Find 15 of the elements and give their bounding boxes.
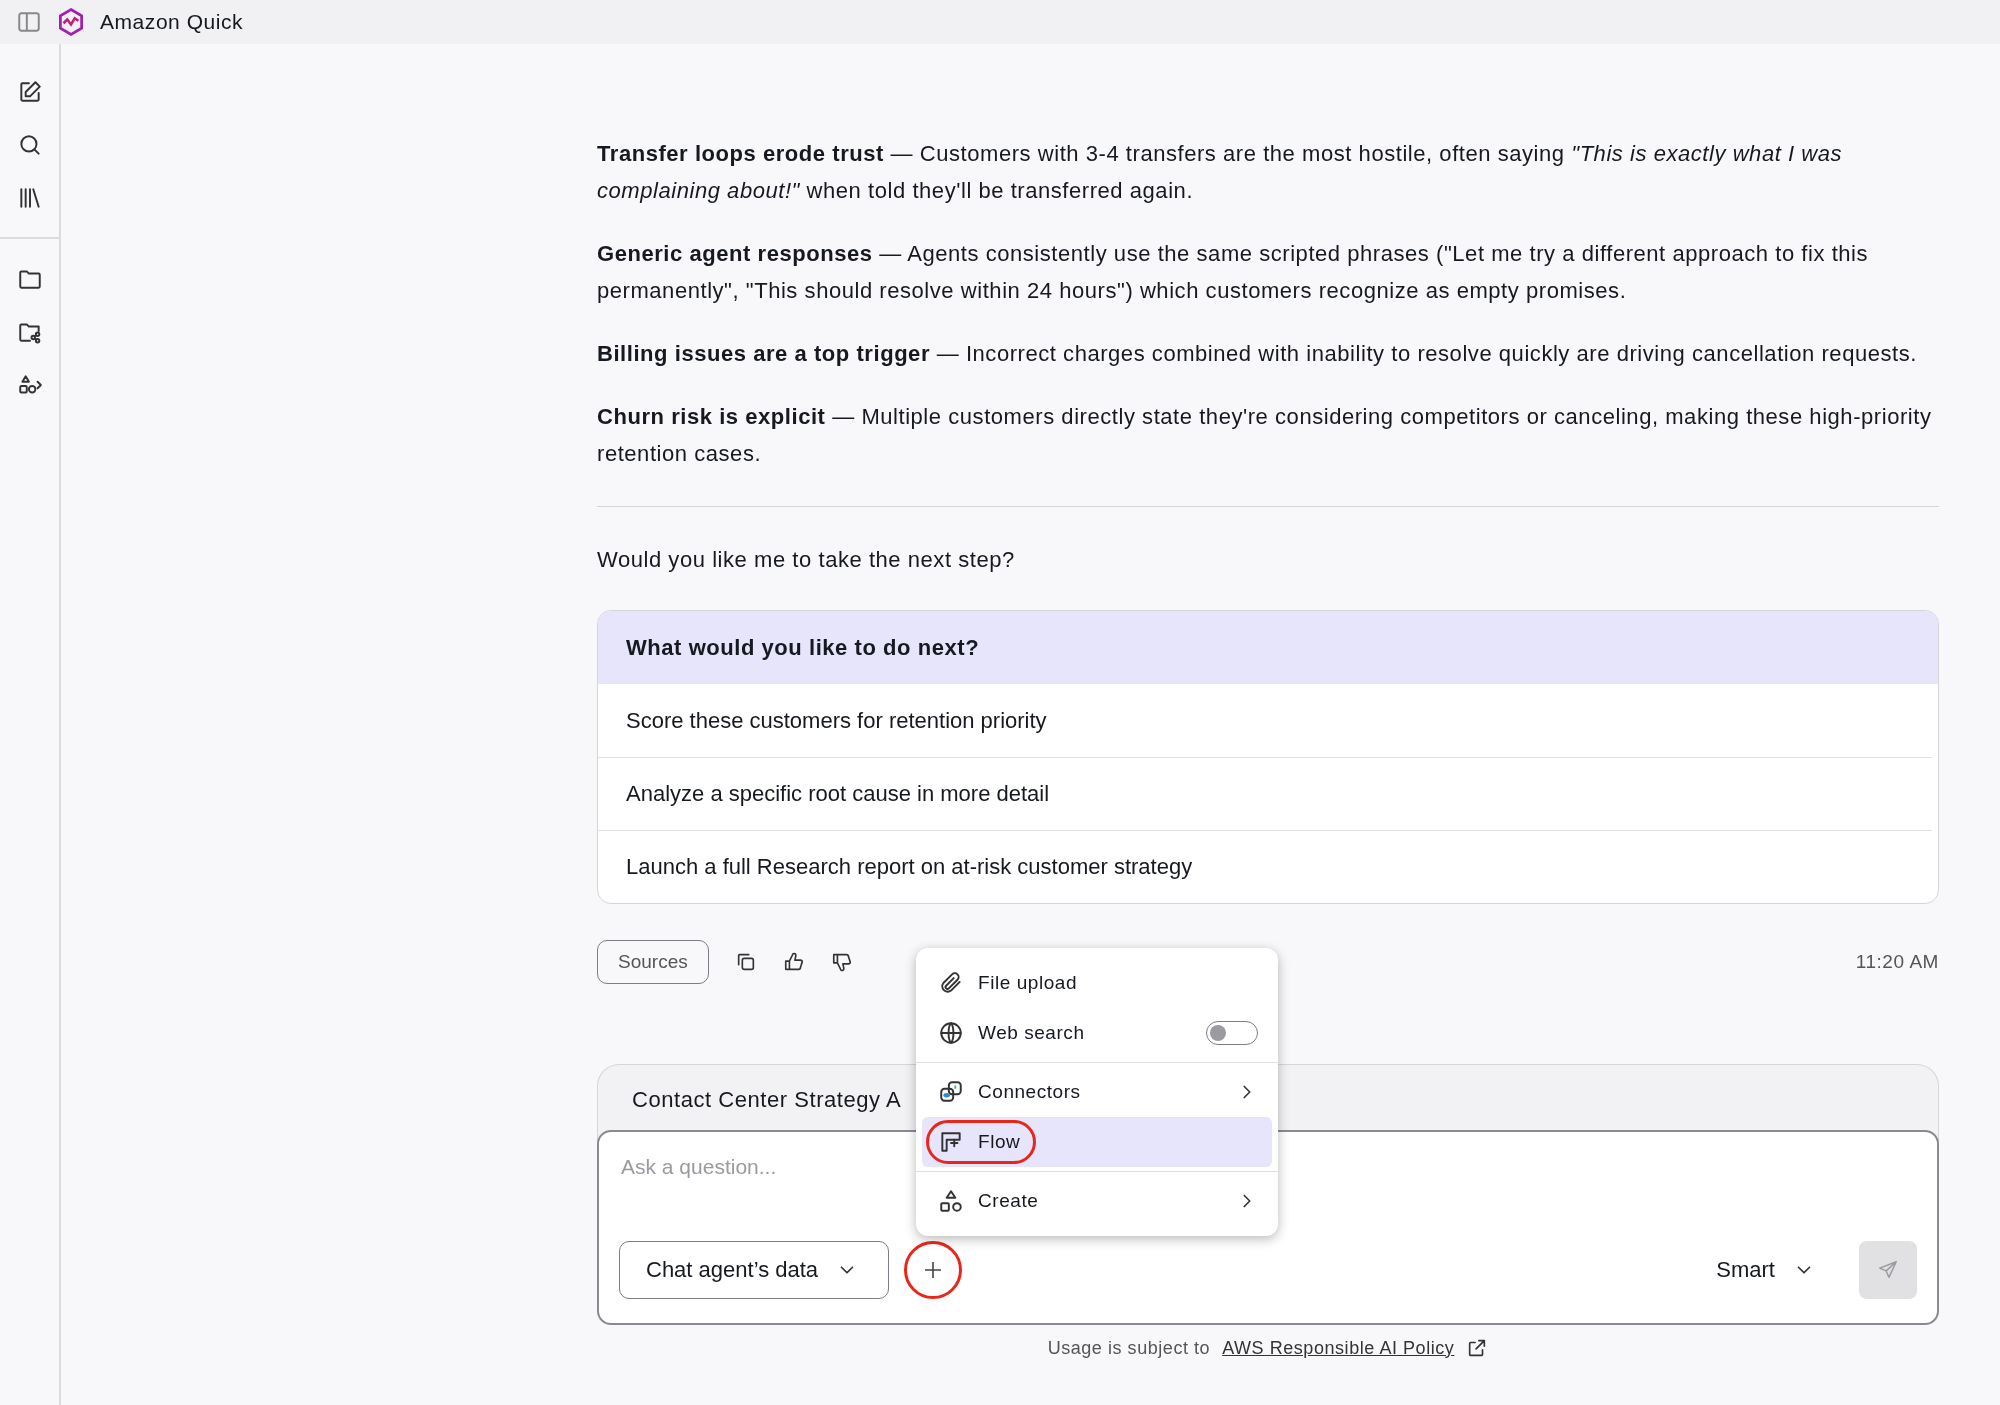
options-title: What would you like to do next? bbox=[598, 611, 1938, 684]
context-title: Contact Center Strategy A bbox=[632, 1087, 902, 1112]
menu-label: File upload bbox=[978, 972, 1077, 994]
usage-note: Usage is subject to bbox=[1047, 1337, 1211, 1359]
menu-label: Flow bbox=[978, 1131, 1021, 1153]
menu-label: Create bbox=[978, 1190, 1039, 1212]
answer-paragraph: Generic agent responses — Agents consistently use the same scripted phrases ("Let me try a different approach to fix this permanently", "This should resolve within 24 hours") which customers recognize as empty promises. bbox=[597, 240, 1870, 305]
answer-paragraph: Transfer loops erode trust — Customers with 3-4 transfers are the most hostile, often saying "This is exactly what I was complaining about!" when told they'll be transferred again. bbox=[597, 140, 1844, 205]
answer-paragraph: Billing issues are a top trigger — Incorrect charges combined with inability to resolve quickly are driving cancellation requests. bbox=[597, 340, 1918, 368]
menu-label: Connectors bbox=[978, 1081, 1081, 1103]
message-time: 11:20 AM bbox=[1855, 951, 1939, 973]
app-title: Amazon Quick bbox=[100, 10, 244, 34]
answer-paragraph: Churn risk is explicit — Multiple customers directly state they're considering competitors or canceling, making these high-priority retention cases. bbox=[597, 403, 1933, 468]
menu-label: Web search bbox=[978, 1022, 1085, 1044]
follow-up-question: Would you like me to take the next step? bbox=[597, 546, 1016, 574]
